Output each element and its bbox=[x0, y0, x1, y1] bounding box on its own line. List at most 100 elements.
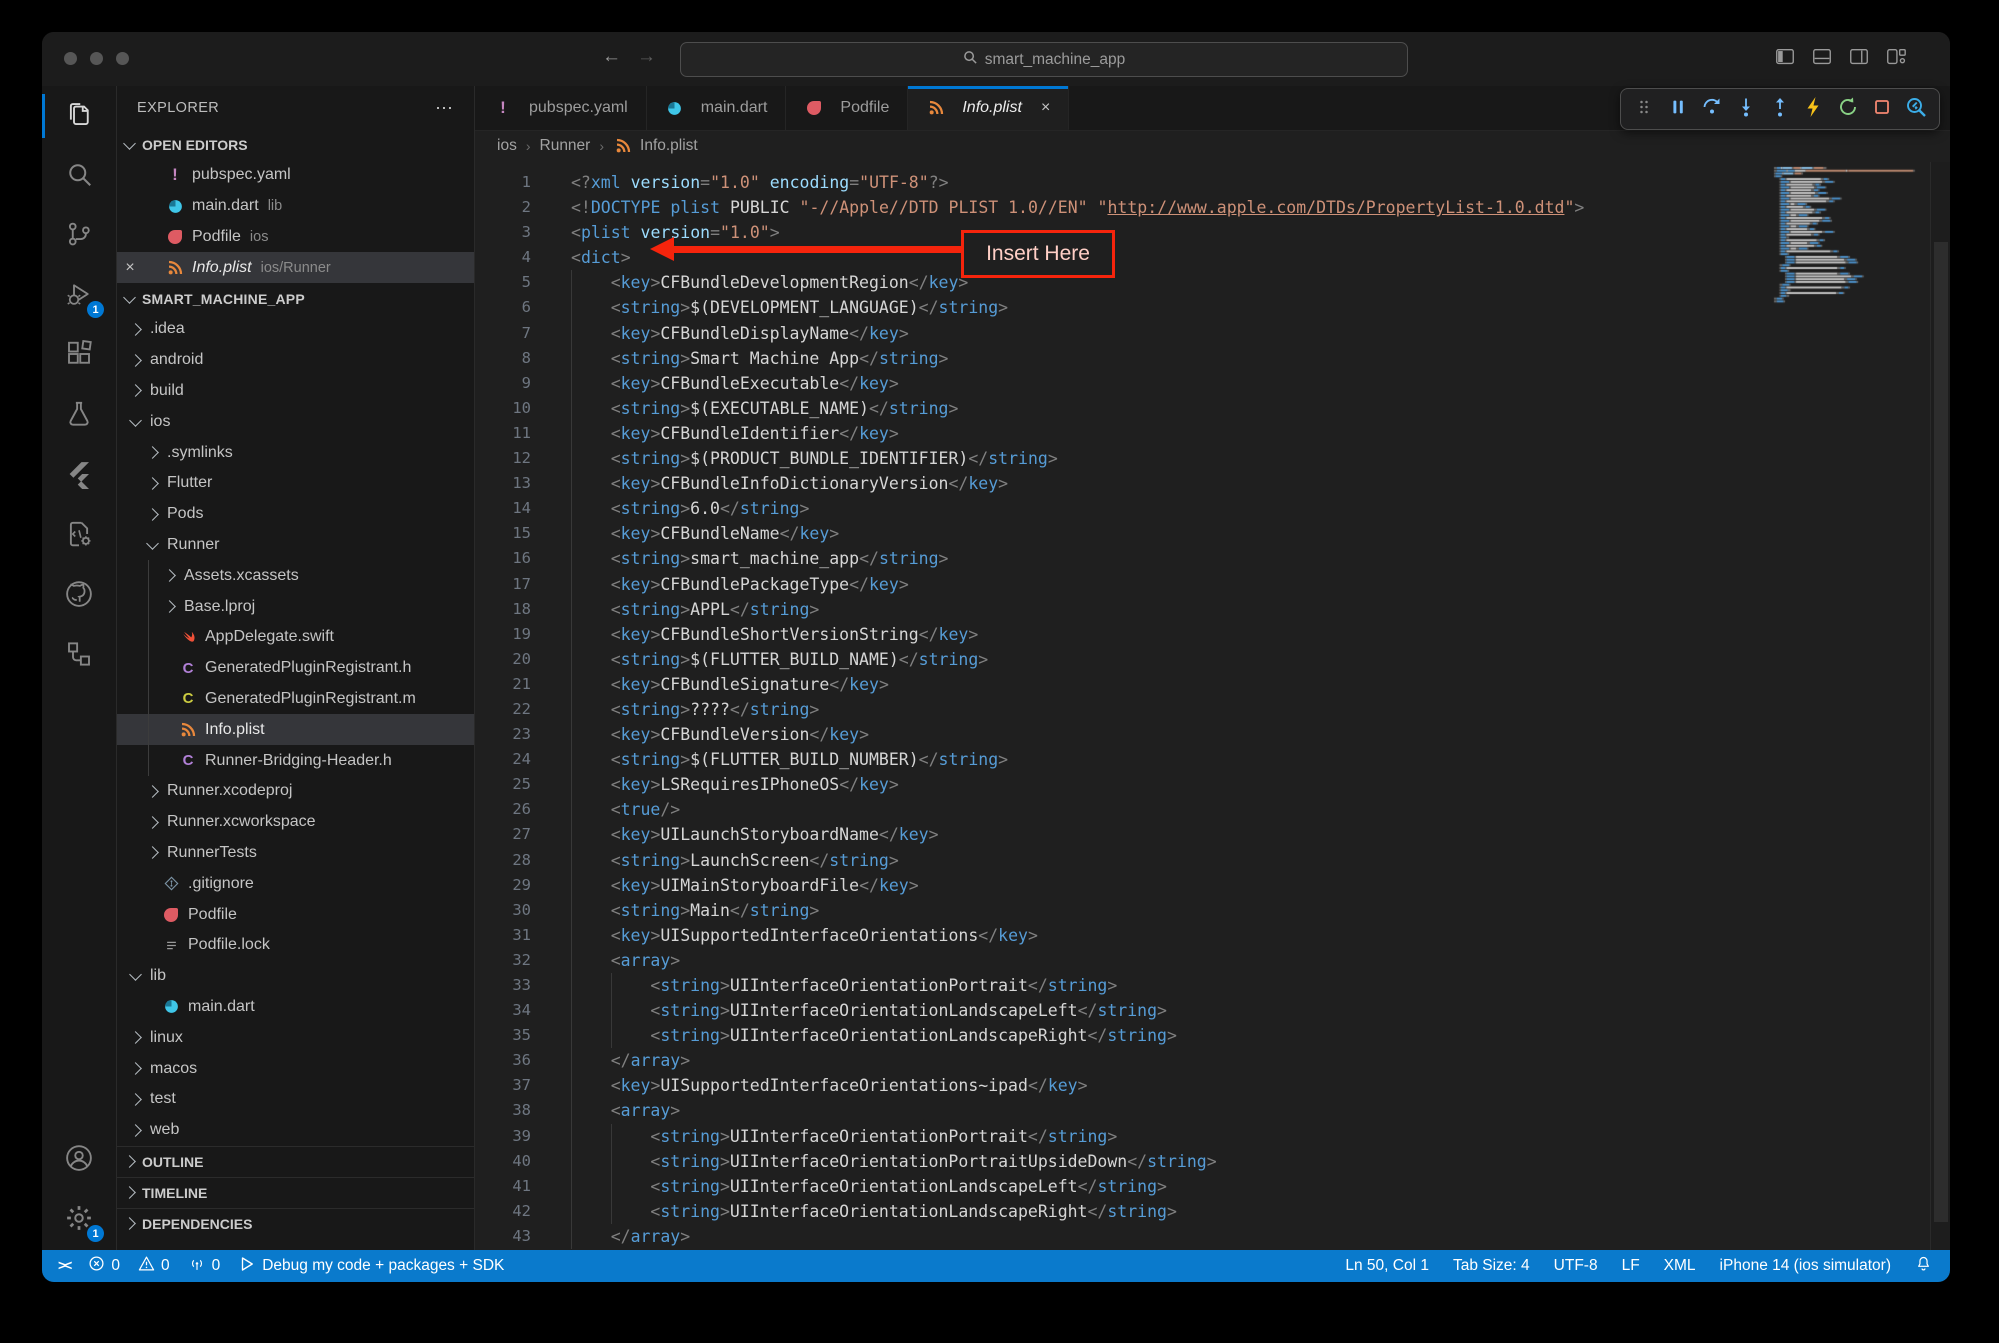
code-editor[interactable]: 1<?xml version="1.0" encoding="UTF-8"?>2… bbox=[475, 162, 1930, 1250]
section-dependencies[interactable]: DEPENDENCIES bbox=[117, 1208, 474, 1239]
minimize-window-button[interactable] bbox=[90, 52, 103, 65]
tree-item-.idea[interactable]: .idea bbox=[117, 314, 474, 345]
code-line[interactable]: 26<true/> bbox=[475, 797, 1930, 822]
tree-item-ios[interactable]: ios bbox=[117, 406, 474, 437]
tree-item-test[interactable]: test bbox=[117, 1084, 474, 1115]
tree-item-main.dart[interactable]: main.dart bbox=[117, 992, 474, 1023]
open-editor-pubspec.yaml[interactable]: !pubspec.yaml bbox=[117, 160, 474, 191]
status-bell[interactable] bbox=[1915, 1255, 1932, 1277]
customize-layout-button[interactable] bbox=[1884, 46, 1908, 68]
tree-item-GeneratedPluginRegistrant.h[interactable]: CGeneratedPluginRegistrant.h bbox=[117, 653, 474, 684]
close-editor-icon[interactable]: × bbox=[117, 259, 143, 277]
code-line[interactable]: 28<string>LaunchScreen</string> bbox=[475, 848, 1930, 873]
code-line[interactable]: 40<string>UIInterfaceOrientationPortrait… bbox=[475, 1149, 1930, 1174]
close-tab-icon[interactable]: × bbox=[1041, 99, 1050, 117]
code-line[interactable]: 2<!DOCTYPE plist PUBLIC "-//Apple//DTD P… bbox=[475, 195, 1930, 220]
code-line[interactable]: 34<string>UIInterfaceOrientationLandscap… bbox=[475, 998, 1930, 1023]
code-line[interactable]: 16<string>smart_machine_app</string> bbox=[475, 546, 1930, 571]
status-errors[interactable]: 0 bbox=[88, 1255, 120, 1277]
activity-item-github[interactable] bbox=[42, 566, 116, 626]
code-line[interactable]: 27<key>UILaunchStoryboardName</key> bbox=[475, 822, 1930, 847]
stop-button[interactable] bbox=[1865, 92, 1899, 126]
code-line[interactable]: 7<key>CFBundleDisplayName</key> bbox=[475, 321, 1930, 346]
status-iphone-14-ios-simulator-[interactable]: iPhone 14 (ios simulator) bbox=[1720, 1257, 1891, 1275]
minimap[interactable] bbox=[1769, 164, 1934, 310]
activity-item-hierarchy[interactable] bbox=[42, 626, 116, 686]
code-line[interactable]: 12<string>$(PRODUCT_BUNDLE_IDENTIFIER)</… bbox=[475, 446, 1930, 471]
code-line[interactable]: 41<string>UIInterfaceOrientationLandscap… bbox=[475, 1174, 1930, 1199]
code-line[interactable]: 32<array> bbox=[475, 948, 1930, 973]
tree-item-linux[interactable]: linux bbox=[117, 1022, 474, 1053]
sidebar-more-actions-icon[interactable]: ⋯ bbox=[435, 98, 454, 119]
open-editor-Info.plist[interactable]: ×Info.plistios/Runner bbox=[117, 252, 474, 283]
toggle-secondary-sidebar-button[interactable] bbox=[1847, 46, 1871, 68]
tab-Info.plist[interactable]: Info.plist× bbox=[908, 86, 1069, 130]
code-line[interactable]: 14<string>6.0</string> bbox=[475, 496, 1930, 521]
section-timeline[interactable]: TIMELINE bbox=[117, 1177, 474, 1208]
step-out-button[interactable] bbox=[1763, 92, 1797, 126]
code-line[interactable]: 20<string>$(FLUTTER_BUILD_NAME)</string> bbox=[475, 647, 1930, 672]
code-line[interactable]: 6<string>$(DEVELOPMENT_LANGUAGE)</string… bbox=[475, 295, 1930, 320]
activity-item-explorer[interactable] bbox=[42, 86, 116, 146]
open-editors-header[interactable]: OPEN EDITORS bbox=[117, 130, 474, 160]
activity-item-accounts[interactable] bbox=[42, 1130, 116, 1190]
status-utf-8[interactable]: UTF-8 bbox=[1554, 1257, 1598, 1275]
code-line[interactable]: 35<string>UIInterfaceOrientationLandscap… bbox=[475, 1023, 1930, 1048]
tree-item-.symlinks[interactable]: .symlinks bbox=[117, 437, 474, 468]
tree-item-RunnerTests[interactable]: RunnerTests bbox=[117, 838, 474, 869]
command-center-search[interactable]: smart_machine_app bbox=[680, 42, 1408, 77]
step-into-button[interactable] bbox=[1729, 92, 1763, 126]
tree-item-android[interactable]: android bbox=[117, 345, 474, 376]
code-line[interactable]: 29<key>UIMainStoryboardFile</key> bbox=[475, 873, 1930, 898]
code-line[interactable]: 30<string>Main</string> bbox=[475, 898, 1930, 923]
section-outline[interactable]: OUTLINE bbox=[117, 1146, 474, 1177]
tab-pubspec.yaml[interactable]: !pubspec.yaml bbox=[475, 86, 647, 130]
tree-item-Runner-Bridging-Header.h[interactable]: CRunner-Bridging-Header.h bbox=[117, 745, 474, 776]
breadcrumb-item-Runner[interactable]: Runner bbox=[540, 137, 591, 155]
step-over-button[interactable] bbox=[1695, 92, 1729, 126]
code-line[interactable]: 36</array> bbox=[475, 1048, 1930, 1073]
toggle-panel-button[interactable] bbox=[1810, 46, 1834, 68]
tree-item-Flutter[interactable]: Flutter bbox=[117, 468, 474, 499]
activity-item-run-and-debug[interactable]: 1 bbox=[42, 266, 116, 326]
tree-item-Podfile.lock[interactable]: Podfile.lock bbox=[117, 930, 474, 961]
code-line[interactable]: 38<array> bbox=[475, 1098, 1930, 1123]
breadcrumb-file[interactable]: Info.plist bbox=[613, 137, 698, 155]
tree-item-GeneratedPluginRegistrant.m[interactable]: CGeneratedPluginRegistrant.m bbox=[117, 684, 474, 715]
code-line[interactable]: 37<key>UISupportedInterfaceOrientations~… bbox=[475, 1073, 1930, 1098]
status-xml[interactable]: XML bbox=[1664, 1257, 1696, 1275]
activity-item-settings[interactable]: 1 bbox=[42, 1190, 116, 1250]
tree-item-macos[interactable]: macos bbox=[117, 1053, 474, 1084]
widget-inspector-button[interactable] bbox=[1899, 92, 1933, 126]
tab-main.dart[interactable]: main.dart bbox=[647, 86, 787, 130]
tree-item-Assets.xcassets[interactable]: Assets.xcassets bbox=[117, 560, 474, 591]
tree-item-Base.lproj[interactable]: Base.lproj bbox=[117, 591, 474, 622]
zoom-window-button[interactable] bbox=[116, 52, 129, 65]
breadcrumb-item-ios[interactable]: ios bbox=[497, 137, 517, 155]
code-line[interactable]: 10<string>$(EXECUTABLE_NAME)</string> bbox=[475, 396, 1930, 421]
tree-item-Runner.xcodeproj[interactable]: Runner.xcodeproj bbox=[117, 776, 474, 807]
code-line[interactable]: 21<key>CFBundleSignature</key> bbox=[475, 672, 1930, 697]
code-line[interactable]: 17<key>CFBundlePackageType</key> bbox=[475, 572, 1930, 597]
tree-item-build[interactable]: build bbox=[117, 376, 474, 407]
activity-item-file-code-gear[interactable] bbox=[42, 506, 116, 566]
code-line[interactable]: 42<string>UIInterfaceOrientationLandscap… bbox=[475, 1199, 1930, 1224]
tab-Podfile[interactable]: Podfile bbox=[786, 86, 908, 130]
activity-item-testing[interactable] bbox=[42, 386, 116, 446]
code-line[interactable]: 22<string>????</string> bbox=[475, 697, 1930, 722]
open-editor-Podfile[interactable]: Podfileios bbox=[117, 222, 474, 253]
code-line[interactable]: 1<?xml version="1.0" encoding="UTF-8"?> bbox=[475, 170, 1930, 195]
tree-item-Runner.xcworkspace[interactable]: Runner.xcworkspace bbox=[117, 807, 474, 838]
status-tab-size-4[interactable]: Tab Size: 4 bbox=[1453, 1257, 1530, 1275]
tree-item-lib[interactable]: lib bbox=[117, 961, 474, 992]
toggle-primary-sidebar-button[interactable] bbox=[1773, 46, 1797, 68]
code-line[interactable]: 23<key>CFBundleVersion</key> bbox=[475, 722, 1930, 747]
hot-reload-button[interactable] bbox=[1797, 92, 1831, 126]
code-line[interactable]: 43</array> bbox=[475, 1224, 1930, 1249]
code-line[interactable]: 24<string>$(FLUTTER_BUILD_NUMBER)</strin… bbox=[475, 747, 1930, 772]
tree-item-.gitignore[interactable]: .gitignore bbox=[117, 868, 474, 899]
tree-item-Podfile[interactable]: Podfile bbox=[117, 899, 474, 930]
tree-item-Runner[interactable]: Runner bbox=[117, 530, 474, 561]
status-ports[interactable]: 0 bbox=[188, 1255, 221, 1277]
status-ln-50-col-1[interactable]: Ln 50, Col 1 bbox=[1345, 1257, 1429, 1275]
